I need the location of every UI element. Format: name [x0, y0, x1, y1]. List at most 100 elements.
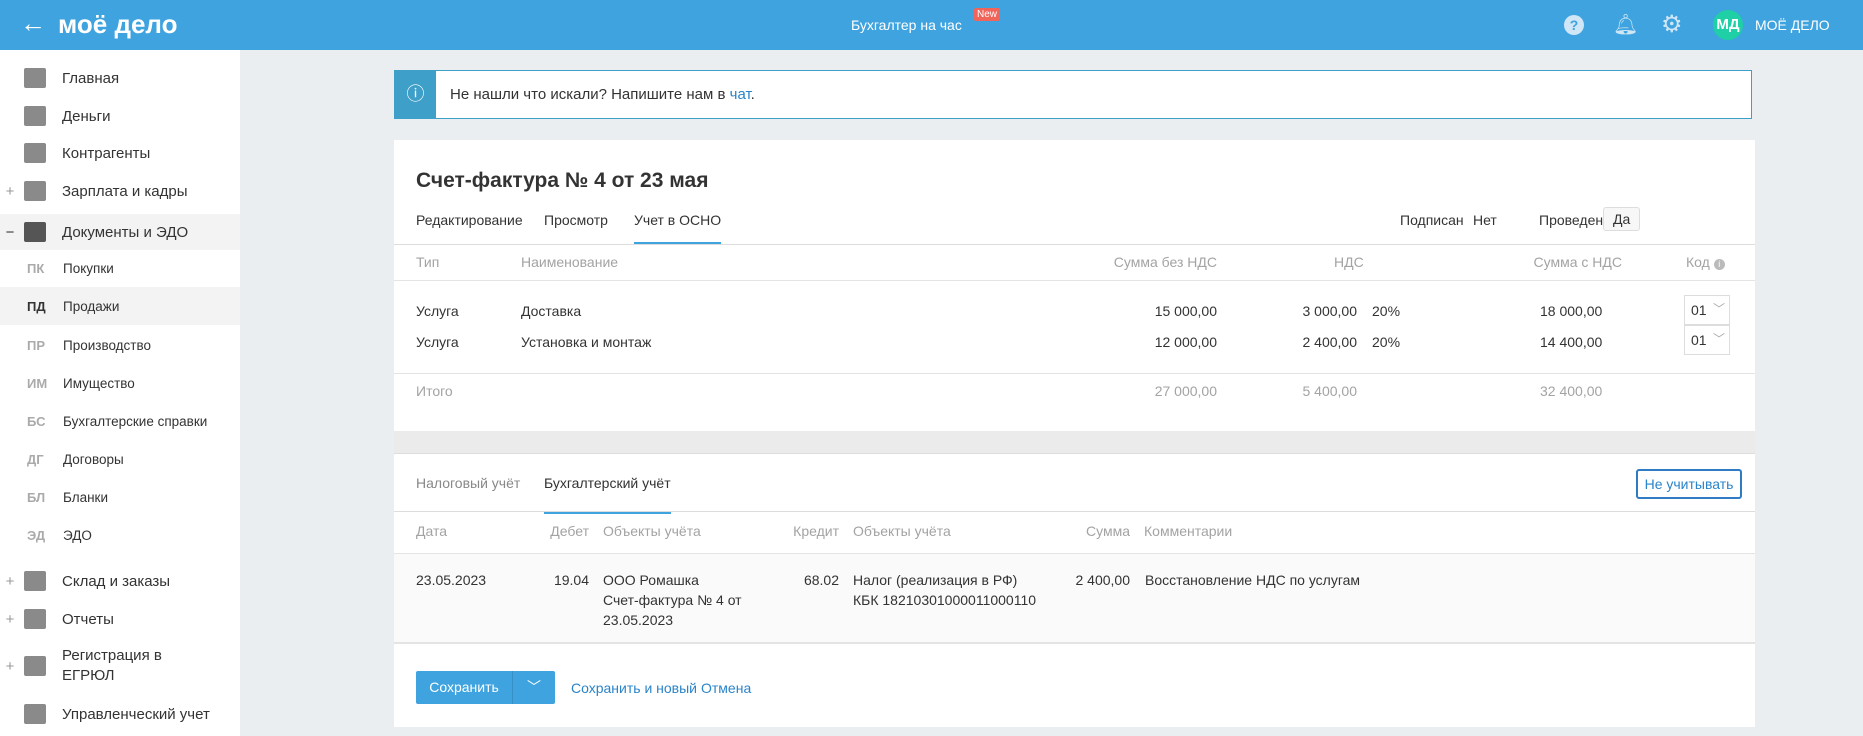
sidebar-sub-sales[interactable]: ПД Продажи — [0, 287, 240, 325]
cell-sum: 2 400,00 — [1075, 572, 1131, 588]
sidebar-sub-property[interactable]: ИМ Имущество — [0, 364, 240, 402]
expand-icon[interactable]: + — [0, 573, 20, 590]
account-name[interactable]: МОЁ ДЕЛО — [1755, 17, 1830, 33]
folder-icon — [24, 222, 46, 242]
save-options-chevron-icon[interactable]: ﹀ — [512, 671, 555, 704]
sidebar-item-home[interactable]: Главная — [0, 59, 240, 97]
info-icon[interactable]: i — [1713, 259, 1725, 270]
registration-icon — [24, 656, 46, 676]
label: Договоры — [63, 451, 124, 467]
sidebar-sub-accounting-notes[interactable]: БС Бухгалтерские справки — [0, 402, 240, 440]
label: Отчеты — [62, 610, 114, 628]
save-button[interactable]: Сохранить — [416, 671, 512, 704]
col-code: Код i — [1686, 254, 1725, 270]
report-icon — [24, 609, 46, 629]
col-date: Дата — [416, 523, 448, 539]
back-arrow-icon[interactable]: ← — [20, 8, 46, 39]
tab-tax[interactable]: Налоговый учёт — [416, 475, 520, 491]
label: Главная — [62, 69, 120, 87]
cancel-link[interactable]: Отмена — [701, 680, 751, 696]
label: Покупки — [63, 260, 114, 276]
sidebar-sub-edo[interactable]: ЭД ЭДО — [0, 516, 240, 554]
posted-toggle[interactable]: Да — [1603, 207, 1641, 231]
code-select[interactable]: 01 ﹀ — [1684, 295, 1730, 325]
sidebar-item-documents[interactable]: − Документы и ЭДО — [0, 214, 240, 250]
ruble-icon — [24, 704, 46, 724]
total-vat: 5 400,00 — [1302, 383, 1358, 399]
sidebar-sub-contracts[interactable]: ДГ Договоры — [0, 440, 240, 478]
abbr: ПР — [27, 337, 46, 353]
code-select[interactable]: 01 ﹀ — [1684, 325, 1730, 355]
sidebar-item-money[interactable]: Деньги — [0, 97, 240, 135]
line: 23.05.2023 — [603, 612, 674, 628]
total-label: Итого — [416, 383, 453, 399]
label: Деньги — [62, 107, 111, 125]
abbr: ПД — [27, 298, 46, 314]
cell-rate: 20% — [1372, 303, 1401, 319]
invoice-card: Счет-фактура № 4 от 23 мая Редактировани… — [394, 140, 1755, 431]
code-value: 01 — [1691, 302, 1707, 318]
code-value: 01 — [1691, 332, 1707, 348]
cell-credit-objects: Налог (реализация в РФ) КБК 1821030100001… — [853, 570, 1036, 610]
code-label: Код — [1686, 254, 1710, 270]
label: Бланки — [63, 489, 108, 505]
signed-value[interactable]: Нет — [1473, 212, 1497, 228]
chat-link[interactable]: чат — [730, 86, 751, 103]
tab-bookkeeping[interactable]: Бухгалтерский учёт — [544, 475, 671, 514]
sidebar-item-warehouse[interactable]: + Склад и заказы — [0, 562, 240, 600]
money-icon — [24, 106, 46, 126]
sidebar-item-management[interactable]: Управленческий учет — [0, 695, 240, 733]
col-vat: НДС — [1334, 254, 1364, 270]
sidebar-item-registration[interactable]: + Регистрация в ЕГРЮЛ — [0, 642, 240, 690]
label: Управленческий учет — [62, 705, 210, 723]
info-message: Не нашли что искали? Напишите нам в — [450, 86, 730, 103]
expand-icon[interactable]: + — [0, 183, 20, 200]
line: ООО Ромашка — [603, 572, 699, 588]
sidebar-item-salary[interactable]: + Зарплата и кадры — [0, 172, 240, 210]
info-end: . — [750, 86, 755, 103]
sidebar-sub-forms[interactable]: БЛ Бланки — [0, 478, 240, 516]
tab-view[interactable]: Просмотр — [544, 212, 608, 228]
sidebar-item-reports[interactable]: + Отчеты — [0, 600, 240, 638]
collapse-icon[interactable]: − — [0, 224, 20, 241]
label: ЭДО — [63, 527, 92, 543]
sidebar-sub-purchases[interactable]: ПК Покупки — [0, 249, 240, 287]
sidebar-item-contractors[interactable]: Контрагенты — [0, 134, 240, 172]
page-title: Счет-фактура № 4 от 23 мая — [416, 169, 709, 192]
tab-osno[interactable]: Учет в ОСНО — [634, 212, 722, 245]
col-comment: Комментарии — [1144, 523, 1233, 539]
help-icon[interactable]: ? — [1564, 15, 1584, 35]
label: Бухгалтерские справки — [63, 413, 208, 429]
accountant-link[interactable]: Бухгалтер на час — [851, 17, 962, 33]
cell-type: Услуга — [416, 334, 459, 350]
warehouse-icon — [24, 571, 46, 591]
bell-icon[interactable]: 🔔︎ — [1613, 12, 1638, 37]
sidebar-sub-production[interactable]: ПР Производство — [0, 326, 240, 364]
person-icon — [24, 143, 46, 163]
info-icon: ⓘ — [395, 71, 436, 118]
line: КБК 18210301000011000110 — [853, 592, 1037, 608]
abbr: БС — [27, 413, 46, 429]
cell-name: Доставка — [521, 303, 582, 319]
total-gross: 32 400,00 — [1540, 383, 1603, 399]
home-icon — [24, 68, 46, 88]
abbr: ЭД — [27, 527, 46, 543]
label: Склад и заказы — [62, 572, 171, 590]
line: Налог (реализация в РФ) — [853, 572, 1018, 588]
save-button-group: Сохранить ﹀ — [416, 671, 555, 704]
col-gross: Сумма с НДС — [1533, 254, 1622, 270]
avatar[interactable]: МД — [1713, 10, 1743, 40]
col-type: Тип — [416, 254, 440, 270]
abbr: ДГ — [27, 451, 44, 467]
logo[interactable]: моё дело — [58, 9, 177, 40]
gear-icon[interactable]: ⚙ — [1661, 10, 1683, 39]
ignore-button[interactable]: Не учитывать — [1636, 469, 1742, 499]
expand-icon[interactable]: + — [0, 611, 20, 628]
tab-edit[interactable]: Редактирование — [416, 212, 523, 228]
expand-icon[interactable]: + — [0, 658, 20, 675]
signed-label: Подписан — [1400, 212, 1464, 228]
save-and-new-link[interactable]: Сохранить и новый — [571, 680, 697, 696]
info-text: Не нашли что искали? Напишите нам в чат. — [450, 86, 755, 103]
label: Зарплата и кадры — [62, 182, 188, 200]
cell-credit: 68.02 — [803, 572, 839, 588]
